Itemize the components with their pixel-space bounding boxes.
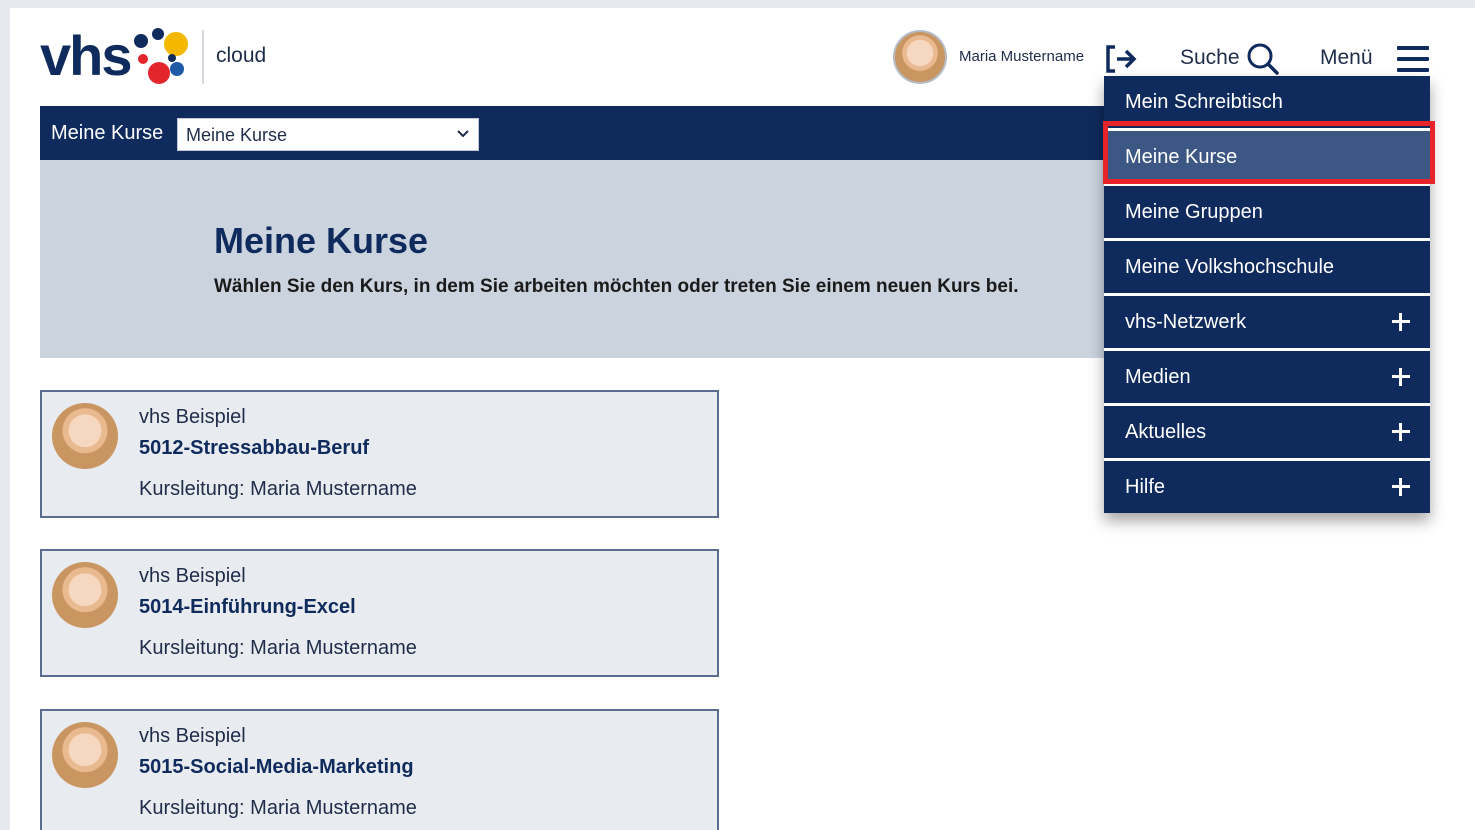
menu-item-hilfe[interactable]: Hilfe bbox=[1104, 461, 1430, 513]
course-avatar bbox=[52, 562, 118, 628]
menu-item-meine-kurse[interactable]: Meine Kurse bbox=[1104, 131, 1430, 183]
course-card[interactable]: vhs Beispiel 5014-Einführung-Excel Kursl… bbox=[40, 549, 719, 677]
menu-item-vhs-netzwerk[interactable]: vhs-Netzwerk bbox=[1104, 296, 1430, 348]
course-title[interactable]: 5015-Social-Media-Marketing bbox=[139, 756, 414, 779]
course-avatar bbox=[52, 403, 118, 469]
course-lead: Kursleitung: Maria Mustername bbox=[139, 637, 417, 659]
course-school: vhs Beispiel bbox=[139, 725, 246, 747]
course-card[interactable]: vhs Beispiel 5015-Social-Media-Marketing… bbox=[40, 709, 719, 830]
menu-item-label: Meine Kurse bbox=[1125, 146, 1238, 168]
course-select[interactable]: Meine Kurse bbox=[177, 118, 479, 151]
menu-item-label: Meine Gruppen bbox=[1125, 201, 1263, 223]
logout-icon[interactable] bbox=[1105, 44, 1139, 74]
course-title[interactable]: 5012-Stressabbau-Beruf bbox=[139, 437, 369, 460]
page-banner: Meine Kurse Wählen Sie den Kurs, in dem … bbox=[40, 160, 1140, 358]
menu-item-label: Mein Schreibtisch bbox=[1125, 91, 1283, 113]
menu-item-aktuelles[interactable]: Aktuelles bbox=[1104, 406, 1430, 458]
menu-item-meine-volkshochschule[interactable]: Meine Volkshochschule bbox=[1104, 241, 1430, 293]
course-school: vhs Beispiel bbox=[139, 565, 246, 587]
page-title: Meine Kurse bbox=[214, 220, 429, 261]
navbar-label: Meine Kurse bbox=[51, 122, 164, 144]
logo-divider bbox=[202, 30, 204, 84]
search-icon bbox=[1247, 43, 1279, 75]
chevron-down-icon bbox=[457, 130, 469, 138]
menu-item-label: Medien bbox=[1125, 366, 1191, 388]
menu-item-label: vhs-Netzwerk bbox=[1125, 311, 1247, 333]
user-avatar[interactable] bbox=[893, 30, 947, 84]
user-name[interactable]: Maria Mustername bbox=[959, 48, 1084, 65]
course-navbar: Meine Kurse Meine Kurse bbox=[40, 106, 1140, 160]
hamburger-icon bbox=[1397, 44, 1431, 76]
menu-item-label: Hilfe bbox=[1125, 476, 1166, 498]
main-menu-dropdown: Mein Schreibtisch Meine Kurse Meine Grup… bbox=[1104, 76, 1430, 513]
plus-icon[interactable] bbox=[1392, 478, 1410, 496]
page: vhs cloud Maria Mustername Suche Menü Me… bbox=[10, 8, 1475, 830]
logo-dots-icon bbox=[134, 28, 190, 88]
menu-label: Menü bbox=[1320, 46, 1373, 69]
menu-item-mein-schreibtisch[interactable]: Mein Schreibtisch bbox=[1104, 76, 1430, 128]
course-card[interactable]: vhs Beispiel 5012-Stressabbau-Beruf Kurs… bbox=[40, 390, 719, 518]
menu-item-medien[interactable]: Medien bbox=[1104, 351, 1430, 403]
course-school: vhs Beispiel bbox=[139, 406, 246, 428]
plus-icon[interactable] bbox=[1392, 368, 1410, 386]
page-subtitle: Wählen Sie den Kurs, in dem Sie arbeiten… bbox=[214, 276, 1019, 297]
search-label: Suche bbox=[1180, 46, 1240, 69]
course-select-value: Meine Kurse bbox=[186, 125, 288, 145]
plus-icon[interactable] bbox=[1392, 423, 1410, 441]
logo-text: vhs bbox=[40, 24, 132, 87]
course-title[interactable]: 5014-Einführung-Excel bbox=[139, 596, 356, 619]
menu-item-label: Aktuelles bbox=[1125, 421, 1207, 443]
menu-item-label: Meine Volkshochschule bbox=[1125, 256, 1335, 278]
course-lead: Kursleitung: Maria Mustername bbox=[139, 478, 417, 500]
menu-item-meine-gruppen[interactable]: Meine Gruppen bbox=[1104, 186, 1430, 238]
logo-subtitle: cloud bbox=[216, 44, 267, 67]
course-lead: Kursleitung: Maria Mustername bbox=[139, 797, 417, 819]
course-avatar bbox=[52, 722, 118, 788]
plus-icon[interactable] bbox=[1392, 313, 1410, 331]
